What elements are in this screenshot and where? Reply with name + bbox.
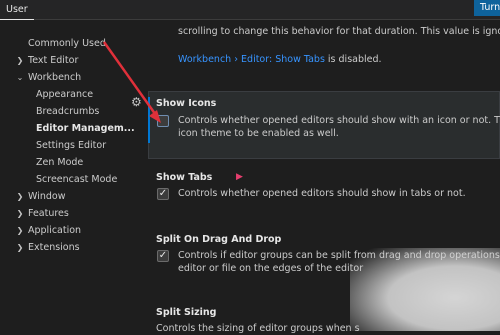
annotation-arrow-head bbox=[149, 110, 161, 123]
annotation-arrow bbox=[102, 41, 161, 123]
annotation-arrow-line bbox=[102, 41, 160, 119]
